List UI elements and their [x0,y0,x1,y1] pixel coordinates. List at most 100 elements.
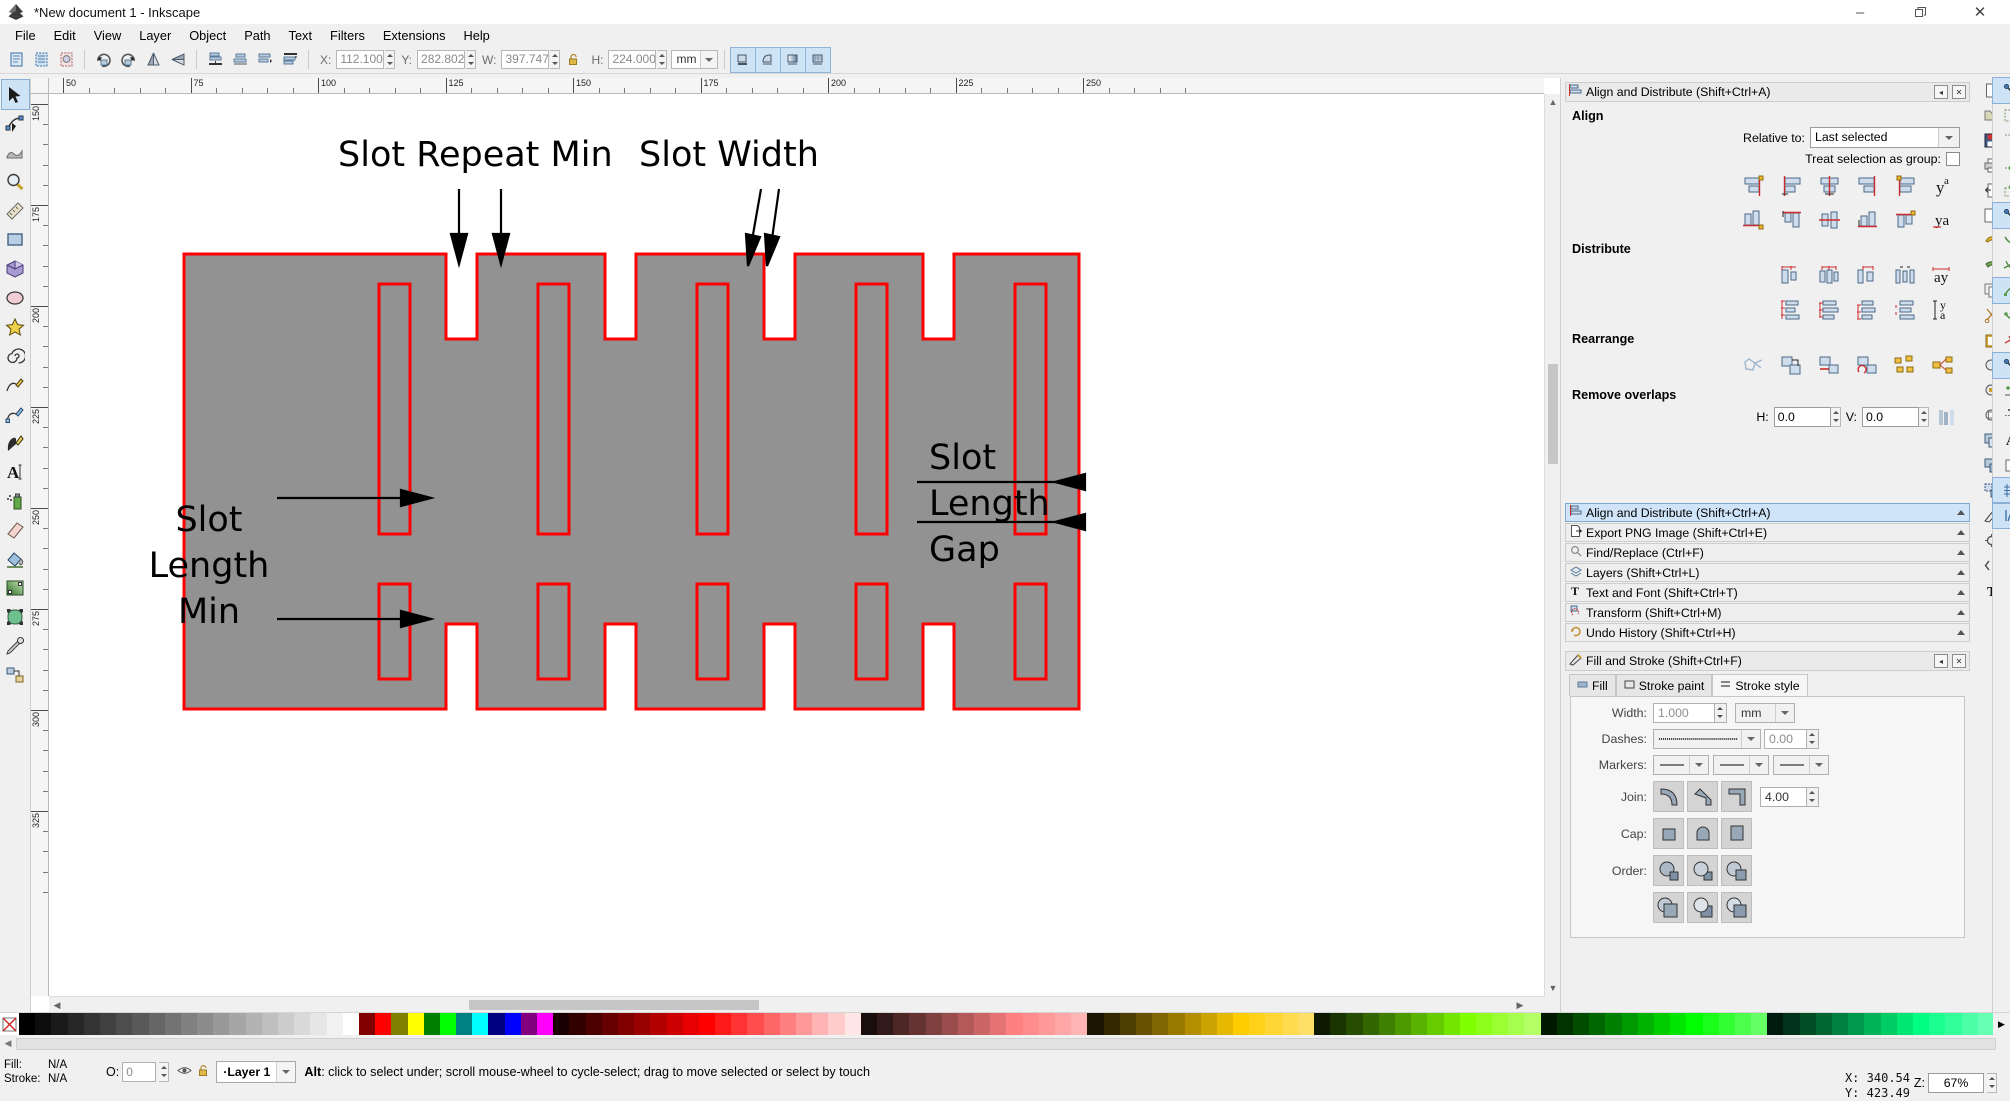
align-panel-collapse-button[interactable]: ◂ [1934,85,1948,99]
chevron-up-icon[interactable] [1957,610,1965,615]
tab-stroke-style[interactable]: Stroke style [1712,674,1807,696]
palette-swatch[interactable] [1686,1013,1702,1035]
miter-limit-stepper[interactable] [1807,787,1819,807]
palette-swatch[interactable] [1492,1013,1508,1035]
palette-swatch[interactable] [310,1013,326,1035]
flip-vertical-icon[interactable] [166,48,190,72]
palette-swatch[interactable] [84,1013,100,1035]
spiral-icon[interactable] [2,341,29,370]
spray-can-icon[interactable] [2,486,29,515]
snap-bbox-edge-midpoint-toggle[interactable] [1993,153,2010,178]
transform-stroke-icon[interactable] [731,48,755,72]
distribute-text-anchors-horizontally-icon[interactable]: ay [1926,260,1962,291]
palette-swatch[interactable] [1346,1013,1362,1035]
chevron-up-icon[interactable] [1957,630,1965,635]
palette-swatch[interactable] [294,1013,310,1035]
distribute-gaps-vertically-icon[interactable] [1888,294,1924,325]
lower-to-bottom-icon[interactable] [203,48,227,72]
randomize-positions-icon[interactable] [1888,350,1924,381]
align-panel-close-button[interactable]: ✕ [1952,85,1966,99]
palette-swatch[interactable] [51,1013,67,1035]
dialog-row-find-replace[interactable]: Find/Replace (Ctrl+F) [1565,543,1970,562]
rotate-90-cw-icon[interactable] [116,48,140,72]
miter-limit-field[interactable]: 4.00 [1760,787,1807,807]
palette-swatch[interactable] [828,1013,844,1035]
palette-swatch[interactable] [375,1013,391,1035]
palette-swatch[interactable] [796,1013,812,1035]
palette-swatch[interactable] [521,1013,537,1035]
chevron-up-icon[interactable] [1957,570,1965,575]
palette-swatch[interactable] [229,1013,245,1035]
scroll-up-arrow-icon[interactable]: ▲ [1545,94,1561,110]
overlap-v-control[interactable]: 0.0 [1862,407,1929,427]
ruler-icon[interactable] [2,196,29,225]
palette-swatch[interactable] [974,1013,990,1035]
palette-swatch[interactable] [1136,1013,1152,1035]
snap-midpoints-toggle[interactable] [1993,328,2010,353]
cap-square-icon[interactable] [1721,818,1752,849]
mesh-gradient-icon[interactable] [2,602,29,631]
vertical-ruler[interactable]: 150175200225250275300325 [31,94,49,996]
maximize-button[interactable] [1890,0,1950,24]
vertical-scroll-thumb[interactable] [1548,364,1558,464]
palette-swatch[interactable] [1929,1013,1945,1035]
x-field[interactable]: 112.100 [336,50,384,69]
end-marker-select[interactable] [1773,755,1829,775]
dash-pattern-select[interactable] [1653,729,1761,749]
palette-swatch[interactable] [1120,1013,1136,1035]
palette-swatch[interactable] [1460,1013,1476,1035]
eye-icon[interactable] [177,1063,192,1081]
palette-swatch[interactable] [1897,1013,1913,1035]
palette-swatch[interactable] [909,1013,925,1035]
tab-fill[interactable]: Fill [1569,674,1616,696]
selector-tool[interactable] [2,80,29,109]
palette-swatch[interactable] [650,1013,666,1035]
palette-swatch[interactable] [1832,1013,1848,1035]
exchange-positions-icon[interactable] [1774,350,1810,381]
scroll-right-arrow-icon[interactable]: ▶ [1512,997,1528,1013]
palette-swatch[interactable] [1282,1013,1298,1035]
distribute-gaps-horizontally-icon[interactable] [1888,260,1924,291]
palette-swatch[interactable] [1605,1013,1621,1035]
distribute-text-baselines-vertically-icon[interactable]: ya [1926,294,1962,325]
snap-page-border-toggle[interactable] [1993,453,2010,478]
palette-swatch[interactable] [1330,1013,1346,1035]
menu-file[interactable]: File [6,26,45,45]
rectangle-icon[interactable] [2,225,29,254]
join-miter-icon[interactable] [1721,781,1752,812]
dialog-row-align-and-distribute[interactable]: Align and Distribute (Shift+Ctrl+A) [1565,503,1970,522]
magnifier-icon[interactable] [2,167,29,196]
align-top-edge-to-bottom-icon[interactable] [1888,204,1924,235]
deselect-icon[interactable] [54,48,78,72]
cap-butt-icon[interactable] [1653,818,1684,849]
palette-swatch[interactable] [1249,1013,1265,1035]
palette-swatch[interactable] [1848,1013,1864,1035]
snap-others-toggle[interactable] [1993,353,2010,378]
palette-swatch[interactable] [1006,1013,1022,1035]
treat-as-group-checkbox[interactable] [1946,152,1960,166]
paint-order-pfm-icon[interactable] [1687,892,1718,923]
y-field[interactable]: 282.802 [417,50,465,69]
enable-snapping-toggle[interactable] [1993,78,2010,103]
chevron-up-icon[interactable] [1957,510,1965,515]
palette-swatch[interactable] [1557,1013,1573,1035]
palette-swatch[interactable] [1265,1013,1281,1035]
palette-swatch[interactable] [861,1013,877,1035]
canvas-vertical-scrollbar[interactable]: ▲ ▼ [1544,94,1560,996]
snap-bbox-center-toggle[interactable] [1993,178,2010,203]
flip-horizontal-icon[interactable] [141,48,165,72]
menu-path[interactable]: Path [235,26,279,45]
x-stepper[interactable] [385,50,395,69]
scroll-down-arrow-icon[interactable]: ▼ [1545,980,1561,996]
distribute-bottom-edges-icon[interactable] [1850,294,1886,325]
menu-filters[interactable]: Filters [321,26,374,45]
no-color-x-icon[interactable] [0,1013,19,1035]
join-round-icon[interactable] [1653,781,1684,812]
dialog-row-transform[interactable]: Transform (Shift+Ctrl+M) [1565,603,1970,622]
close-button[interactable]: ✕ [1950,0,2010,24]
raise-icon[interactable] [253,48,277,72]
cube-icon[interactable] [2,254,29,283]
palette-swatch[interactable] [132,1013,148,1035]
node-editor-icon[interactable] [2,109,29,138]
lock-open-icon[interactable] [561,48,585,72]
